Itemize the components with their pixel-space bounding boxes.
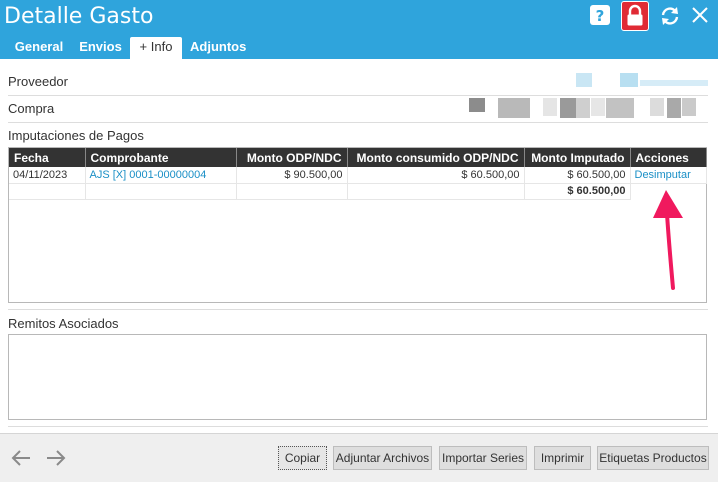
remitos-box (8, 334, 707, 420)
separator (8, 309, 708, 310)
arrow-left-icon[interactable] (10, 448, 32, 468)
col-monto-odp[interactable]: Monto ODP/NDC (236, 148, 348, 167)
cell-monto-imputado: $ 60.500,00 (524, 167, 631, 184)
col-fecha[interactable]: Fecha (9, 148, 86, 167)
col-comprobante[interactable]: Comprobante (85, 148, 237, 167)
separator (8, 122, 708, 123)
table-header-row: Fecha Comprobante Monto ODP/NDC Monto co… (9, 148, 707, 167)
col-acciones[interactable]: Acciones (630, 148, 707, 167)
separator (8, 426, 708, 427)
adjuntar-archivos-button[interactable]: Adjuntar Archivos (333, 446, 432, 470)
window-title: Detalle Gasto (4, 4, 154, 29)
col-monto-imputado[interactable]: Monto Imputado (524, 148, 631, 167)
close-icon[interactable] (690, 5, 710, 25)
imprimir-button[interactable]: Imprimir (534, 446, 591, 470)
proveedor-label: Proveedor (8, 74, 68, 89)
table-row[interactable]: 04/11/2023 AJS [X] 0001-00000004 $ 90.50… (9, 167, 707, 184)
separator (8, 95, 708, 96)
window-header: Detalle Gasto ? General Envios + Info Ad… (0, 0, 718, 59)
compra-label: Compra (8, 101, 55, 116)
tab-general[interactable]: General (12, 37, 66, 59)
svg-text:?: ? (596, 7, 605, 25)
cell-monto-consumido: $ 60.500,00 (347, 167, 525, 184)
totals-empty-cell (347, 183, 525, 200)
desimputar-link[interactable]: Desimputar (630, 167, 707, 184)
remitos-title: Remitos Asociados (8, 316, 119, 331)
etiquetas-productos-button[interactable]: Etiquetas Productos (597, 446, 709, 470)
totals-empty-cell (9, 183, 86, 200)
tab-mas-info[interactable]: + Info (130, 37, 182, 59)
totals-empty-cell (85, 183, 237, 200)
totals-row: $ 60.500,00 (9, 183, 706, 200)
imputaciones-table: Fecha Comprobante Monto ODP/NDC Monto co… (9, 148, 707, 200)
lock-icon (627, 4, 643, 26)
cell-comprobante-link[interactable]: AJS [X] 0001-00000004 (85, 167, 237, 184)
arrow-right-icon[interactable] (45, 448, 67, 468)
col-monto-consumido[interactable]: Monto consumido ODP/NDC (347, 148, 525, 167)
refresh-icon[interactable] (659, 5, 681, 27)
total-monto-imputado: $ 60.500,00 (524, 183, 631, 200)
totals-empty-cell (236, 183, 348, 200)
imputaciones-title: Imputaciones de Pagos (8, 128, 144, 143)
tab-envios[interactable]: Envios (78, 37, 123, 59)
copiar-button[interactable]: Copiar (278, 446, 327, 470)
help-icon[interactable]: ? (589, 4, 611, 26)
cell-fecha: 04/11/2023 (9, 167, 86, 184)
importar-series-button[interactable]: Importar Series (439, 446, 527, 470)
cell-monto-odp: $ 90.500,00 (236, 167, 348, 184)
tab-adjuntos[interactable]: Adjuntos (190, 37, 246, 59)
lock-button[interactable] (621, 1, 649, 31)
annotation-arrow-icon (653, 190, 683, 290)
